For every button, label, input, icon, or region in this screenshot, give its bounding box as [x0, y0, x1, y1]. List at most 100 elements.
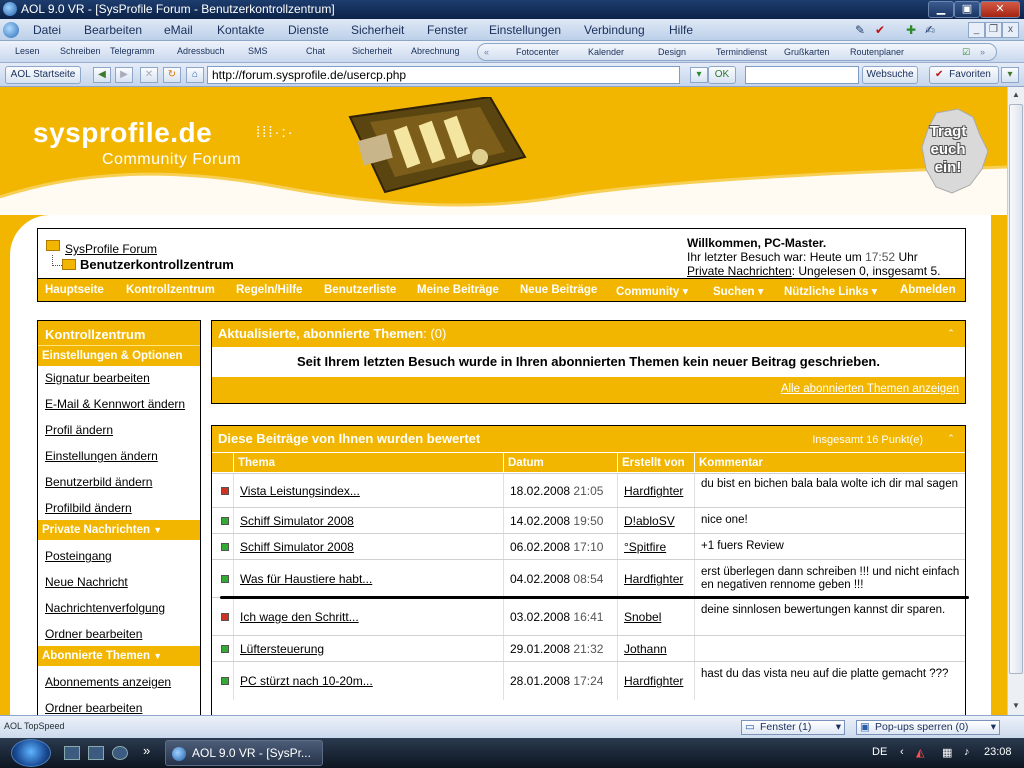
page-scrollbar[interactable]: ▲ ▼: [1007, 87, 1024, 715]
scroll-right-icon[interactable]: »: [980, 47, 985, 57]
all-subscriptions-link[interactable]: Alle abonnierten Themen anzeigen: [781, 383, 959, 395]
pm-link[interactable]: Private Nachrichten: [687, 264, 792, 278]
quick-grusskarten[interactable]: Grußkarten: [784, 47, 830, 57]
network-tray-icon[interactable]: ▦: [942, 746, 952, 759]
col-datum[interactable]: Datum: [508, 457, 544, 469]
aol-quicklaunch-icon[interactable]: [112, 746, 128, 760]
sidebar-item-ordner-pm[interactable]: Ordner bearbeiten: [45, 627, 142, 641]
sidebar-item-abonnements[interactable]: Abonnements anzeigen: [45, 675, 171, 689]
nav-suchen[interactable]: Suchen ▾: [713, 284, 764, 298]
forward-icon[interactable]: ▶: [115, 67, 133, 83]
sidebar-section-pm[interactable]: Private Nachrichten ▼: [38, 520, 200, 540]
nav-hauptseite[interactable]: Hauptseite: [45, 284, 104, 296]
toolbar-chat[interactable]: Chat: [306, 46, 325, 56]
scroll-thumb[interactable]: [1009, 104, 1023, 674]
thread-link[interactable]: Lüftersteuerung: [240, 642, 324, 656]
col-thema[interactable]: Thema: [238, 457, 275, 469]
user-link[interactable]: Hardfighter: [624, 572, 683, 586]
volume-tray-icon[interactable]: ♪: [964, 746, 970, 758]
toolbar-abrechnung[interactable]: Abrechnung: [411, 46, 460, 56]
collapse-icon[interactable]: ⌃: [945, 432, 957, 444]
toolbar-lesen[interactable]: Lesen: [15, 46, 40, 56]
toolbar-sicherheit[interactable]: Sicherheit: [352, 46, 392, 56]
sidebar-section-abonnierte[interactable]: Abonnierte Themen ▼: [38, 646, 200, 666]
quick-kalender[interactable]: Kalender: [588, 47, 624, 57]
nav-nuetzliche-links[interactable]: Nützliche Links ▾: [784, 284, 877, 298]
toolbar-sms[interactable]: SMS: [248, 46, 268, 56]
nav-benutzerliste[interactable]: Benutzerliste: [324, 284, 396, 296]
menu-dienste[interactable]: Dienste: [288, 22, 329, 38]
sidebar-item-email-kennwort[interactable]: E-Mail & Kennwort ändern: [45, 397, 185, 411]
websuche-button[interactable]: Websuche: [862, 66, 918, 84]
url-input[interactable]: http://forum.sysprofile.de/usercp.php: [207, 66, 680, 84]
tools-icon[interactable]: ✚: [903, 22, 919, 38]
tray-expand-icon[interactable]: ‹: [900, 746, 904, 758]
sidebar-item-profilbild[interactable]: Profilbild ändern: [45, 501, 132, 515]
thread-link[interactable]: Schiff Simulator 2008: [240, 514, 354, 528]
back-icon[interactable]: ◀: [93, 67, 111, 83]
thread-link[interactable]: Was für Haustiere habt...: [240, 572, 372, 586]
menu-bearbeiten[interactable]: Bearbeiten: [84, 22, 142, 38]
menu-email[interactable]: eMail: [164, 22, 193, 38]
site-logo[interactable]: sysprofile.de: [33, 117, 212, 149]
collapse-icon[interactable]: ⌃: [945, 327, 957, 339]
more-icons-chevron[interactable]: »: [143, 743, 150, 758]
toolbar-adressbuch[interactable]: Adressbuch: [177, 46, 225, 56]
toolbar-telegramm[interactable]: Telegramm: [110, 46, 155, 56]
menu-kontakte[interactable]: Kontakte: [217, 22, 264, 38]
check-box-icon[interactable]: ☑: [962, 47, 970, 58]
scroll-up-icon[interactable]: ▲: [1010, 88, 1022, 102]
search-input[interactable]: [745, 66, 859, 84]
ok-button[interactable]: OK: [708, 66, 736, 84]
col-erstellt-von[interactable]: Erstellt von: [622, 457, 685, 469]
inner-close-button[interactable]: x: [1002, 22, 1019, 38]
favoriten-button[interactable]: ✔ Favoriten: [929, 66, 999, 84]
sidebar-item-profil[interactable]: Profil ändern: [45, 423, 113, 437]
breadcrumb-forum-link[interactable]: SysProfile Forum: [65, 242, 157, 256]
acrobat-tray-icon[interactable]: ◭: [916, 746, 924, 759]
toolbar-schreiben[interactable]: Schreiben: [60, 46, 101, 56]
user-link[interactable]: Hardfighter: [624, 674, 683, 688]
quick-design[interactable]: Design: [658, 47, 686, 57]
quick-termindienst[interactable]: Termindienst: [716, 47, 767, 57]
stop-icon[interactable]: ✕: [140, 67, 158, 83]
switch-windows-icon[interactable]: [88, 746, 104, 760]
menu-datei[interactable]: Datei: [33, 22, 61, 38]
check-icon[interactable]: ✔: [872, 22, 888, 38]
fenster-dropdown[interactable]: ▭ Fenster (1) ▾: [741, 720, 845, 735]
sidebar-item-posteingang[interactable]: Posteingang: [45, 549, 112, 563]
inner-minimize-button[interactable]: _: [968, 22, 985, 38]
scroll-down-icon[interactable]: ▼: [1010, 699, 1022, 713]
aol-menu-icon[interactable]: [3, 22, 19, 38]
nav-community[interactable]: Community ▾: [616, 284, 688, 298]
user-link[interactable]: D!abloSV: [624, 514, 675, 528]
tragt-euch-ein-badge[interactable]: Tragt euch ein!: [918, 107, 990, 197]
aol-startseite-button[interactable]: AOL Startseite: [5, 66, 81, 84]
user-link[interactable]: Snobel: [624, 610, 661, 624]
thread-link[interactable]: Ich wage den Schritt...: [240, 610, 359, 624]
quick-routenplaner[interactable]: Routenplaner: [850, 47, 904, 57]
nav-regeln-hilfe[interactable]: Regeln/Hilfe: [236, 284, 302, 296]
nav-neue-beitraege[interactable]: Neue Beiträge: [520, 284, 597, 296]
inner-restore-button[interactable]: ❐: [985, 22, 1002, 38]
minimize-button[interactable]: ▁: [928, 1, 954, 18]
menu-fenster[interactable]: Fenster: [427, 22, 468, 38]
sidebar-item-ordner-abo[interactable]: Ordner bearbeiten: [45, 701, 142, 715]
maximize-button[interactable]: ▣: [954, 1, 980, 18]
user-link[interactable]: Hardfighter: [624, 484, 683, 498]
menu-verbindung[interactable]: Verbindung: [584, 22, 645, 38]
popup-blocker-dropdown[interactable]: ▣ Pop-ups sperren (0) ▾: [856, 720, 1000, 735]
scroll-left-icon[interactable]: «: [484, 47, 489, 57]
user-link[interactable]: °Spitfire: [624, 540, 666, 554]
close-button[interactable]: ✕: [980, 1, 1020, 18]
nav-abmelden[interactable]: Abmelden: [900, 284, 956, 296]
sidebar-item-einstellungen[interactable]: Einstellungen ändern: [45, 449, 158, 463]
menu-einstellungen[interactable]: Einstellungen: [489, 22, 561, 38]
menu-sicherheit[interactable]: Sicherheit: [351, 22, 404, 38]
col-kommentar[interactable]: Kommentar: [699, 457, 763, 469]
start-button[interactable]: [11, 739, 51, 767]
user-link[interactable]: Jothann: [624, 642, 667, 656]
sidebar-item-nachrichtenverfolgung[interactable]: Nachrichtenverfolgung: [45, 601, 165, 615]
nav-meine-beitraege[interactable]: Meine Beiträge: [417, 284, 499, 296]
thread-link[interactable]: Schiff Simulator 2008: [240, 540, 354, 554]
